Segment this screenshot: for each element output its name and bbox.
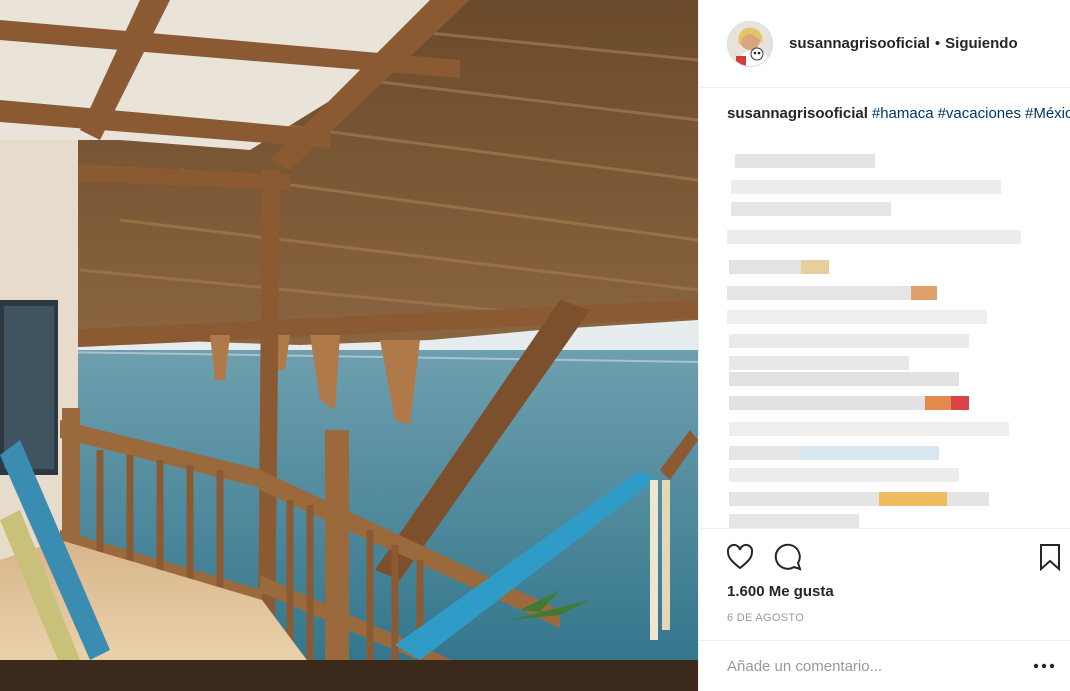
ellipsis-icon[interactable] <box>1031 653 1057 679</box>
post-header: susannagrisooficial • Siguiendo <box>699 0 1070 88</box>
hashtag-link[interactable]: #hamaca <box>872 105 934 122</box>
avatar[interactable] <box>727 20 773 67</box>
follow-status-button[interactable]: Siguiendo <box>945 35 1018 52</box>
post-caption: susannagrisooficial #hamaca #vacaciones #Mé… <box>727 103 1070 124</box>
post-actions: 1.600 Me gusta 6 DE AGOSTO <box>699 528 1070 648</box>
comment-input[interactable] <box>727 655 1017 677</box>
photo-image <box>0 0 698 691</box>
post-photo[interactable] <box>0 0 698 691</box>
likes-count[interactable]: 1.600 Me gusta <box>727 583 834 600</box>
comment-bar <box>699 640 1070 691</box>
post-date[interactable]: 6 DE AGOSTO <box>727 612 804 624</box>
heart-icon[interactable] <box>725 542 755 572</box>
hashtag-link[interactable]: #vacaciones <box>938 105 1021 122</box>
obscured-comments <box>721 150 1021 528</box>
avatar-image <box>728 21 772 66</box>
caption-author[interactable]: susannagrisooficial <box>727 105 868 122</box>
author-username[interactable]: susannagrisooficial <box>789 35 930 52</box>
bookmark-icon[interactable] <box>1035 542 1065 572</box>
speech-bubble-icon[interactable] <box>773 542 803 572</box>
header-separator: • <box>934 35 941 52</box>
post-side-panel: susannagrisooficial • Siguiendo susannag… <box>698 0 1070 691</box>
hashtag-link[interactable]: #México <box>1025 105 1070 122</box>
